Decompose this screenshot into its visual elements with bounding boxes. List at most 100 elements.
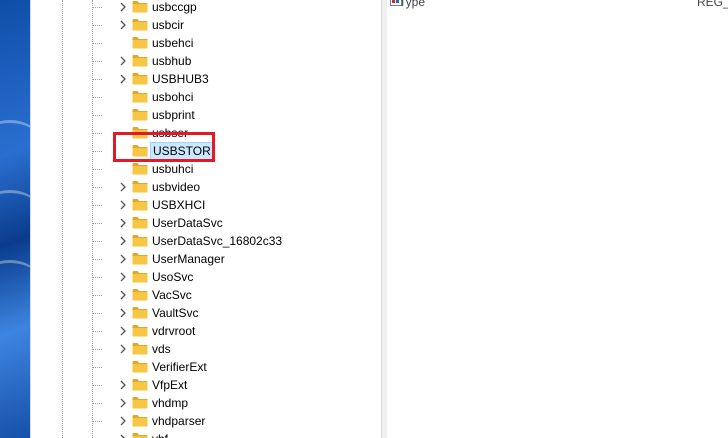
tree-item-label: VerifierExt [152, 360, 207, 374]
registry-tree-pane[interactable]: usbccgp usbcir usbehci usbhub USBHUB3 usbohci… [30, 0, 381, 438]
folder-icon [132, 378, 148, 391]
tree-connector [92, 367, 102, 368]
tree-connector [92, 25, 102, 26]
tree-item[interactable]: usbehci [31, 34, 361, 52]
chevron-right-icon[interactable] [117, 1, 129, 13]
value-row[interactable]: Type REG_D [387, 0, 728, 10]
folder-icon [132, 126, 148, 139]
folder-icon [132, 90, 148, 103]
folder-icon [132, 414, 148, 427]
tree-item-label: usbhub [152, 54, 192, 68]
chevron-right-icon[interactable] [117, 343, 129, 355]
tree-item[interactable]: vhf [31, 430, 361, 438]
folder-icon [132, 216, 148, 229]
tree-item[interactable]: usbser [31, 124, 361, 142]
tree-item[interactable]: usbvideo [31, 178, 361, 196]
chevron-right-icon[interactable] [117, 433, 129, 438]
tree-connector [92, 223, 102, 224]
chevron-right-icon[interactable] [117, 397, 129, 409]
chevron-right-icon[interactable] [117, 19, 129, 31]
chevron-right-icon[interactable] [117, 325, 129, 337]
tree-item[interactable]: usbohci [31, 88, 361, 106]
folder-icon [132, 18, 148, 31]
tree-connector [92, 259, 102, 260]
tree-connector [92, 403, 102, 404]
tree-item-label: usbser [152, 126, 189, 140]
tree-item[interactable]: usbprint [31, 106, 361, 124]
folder-icon [132, 36, 148, 49]
folder-icon [132, 396, 148, 409]
chevron-right-icon[interactable] [117, 55, 129, 67]
tree-item[interactable]: VacSvc [31, 286, 361, 304]
folder-icon [132, 306, 148, 319]
tree-item[interactable]: VfpExt [31, 376, 361, 394]
tree-item[interactable]: USBSTOR [31, 142, 361, 160]
tree-item-label: usbcir [152, 18, 185, 32]
chevron-right-icon[interactable] [117, 199, 129, 211]
tree-item-label: UserDataSvc [152, 216, 223, 230]
tree-connector [92, 7, 102, 8]
folder-icon [132, 360, 148, 373]
tree-item-label: usbprint [152, 108, 195, 122]
tree-item-label: usbehci [152, 36, 194, 50]
tree-item[interactable]: VaultSvc [31, 304, 361, 322]
tree-item-label: vds [152, 342, 171, 356]
chevron-right-icon[interactable] [117, 235, 129, 247]
folder-icon [132, 108, 148, 121]
tree-item-label: usbohci [152, 90, 194, 104]
folder-icon [132, 288, 148, 301]
tree-item[interactable]: usbhub [31, 52, 361, 70]
chevron-right-icon[interactable] [117, 289, 129, 301]
tree-item[interactable]: vhdparser [31, 412, 361, 430]
registry-values-pane[interactable]: Type REG_D [387, 0, 728, 438]
folder-icon [132, 180, 148, 193]
tree-item[interactable]: usbcir [31, 16, 361, 34]
tree-item[interactable]: vds [31, 340, 361, 358]
tree-item[interactable]: USBXHCI [31, 196, 361, 214]
folder-icon [132, 270, 148, 283]
tree-connector [92, 295, 102, 296]
tree-item-label: USBSTOR [150, 142, 214, 160]
tree-connector [92, 313, 102, 314]
value-type: REG_D [697, 0, 728, 9]
chevron-right-icon[interactable] [117, 181, 129, 193]
tree-item[interactable]: VerifierExt [31, 358, 361, 376]
chevron-right-icon[interactable] [117, 307, 129, 319]
tree-item-label: vdrvroot [152, 324, 196, 338]
desktop-wallpaper [0, 0, 40, 438]
tree-item[interactable]: UserManager [31, 250, 361, 268]
tree-item-label: UserManager [152, 252, 225, 266]
tree-connector [92, 169, 102, 170]
tree-item[interactable]: vhdmp [31, 394, 361, 412]
tree-connector [92, 133, 102, 134]
tree-item-label: VfpExt [152, 378, 188, 392]
folder-icon [132, 324, 148, 337]
chevron-right-icon[interactable] [117, 271, 129, 283]
tree-item[interactable]: UserDataSvc_16802c33 [31, 232, 361, 250]
chevron-right-icon[interactable] [117, 73, 129, 85]
tree-item-label: usbvideo [152, 180, 201, 194]
folder-icon [132, 144, 148, 157]
tree-connector [92, 331, 102, 332]
tree-item[interactable]: UserDataSvc [31, 214, 361, 232]
tree-connector [92, 241, 102, 242]
folder-icon [132, 162, 148, 175]
chevron-right-icon[interactable] [117, 415, 129, 427]
tree-item[interactable]: USBHUB3 [31, 70, 361, 88]
tree-item-label: UsoSvc [152, 270, 194, 284]
value-name: Type [399, 0, 426, 9]
tree-item-label: vhdmp [152, 396, 189, 410]
tree-connector [92, 349, 102, 350]
tree-item[interactable]: usbccgp [31, 0, 361, 16]
tree-item-label: USBHUB3 [152, 72, 209, 86]
chevron-right-icon[interactable] [117, 379, 129, 391]
tree-item[interactable]: UsoSvc [31, 268, 361, 286]
tree-item[interactable]: usbuhci [31, 160, 361, 178]
chevron-right-icon[interactable] [117, 253, 129, 265]
chevron-right-icon[interactable] [117, 217, 129, 229]
tree-item-label: UserDataSvc_16802c33 [152, 234, 283, 248]
tree-item[interactable]: vdrvroot [31, 322, 361, 340]
tree-connector [92, 205, 102, 206]
tree-item-label: USBXHCI [152, 198, 206, 212]
folder-icon [132, 198, 148, 211]
